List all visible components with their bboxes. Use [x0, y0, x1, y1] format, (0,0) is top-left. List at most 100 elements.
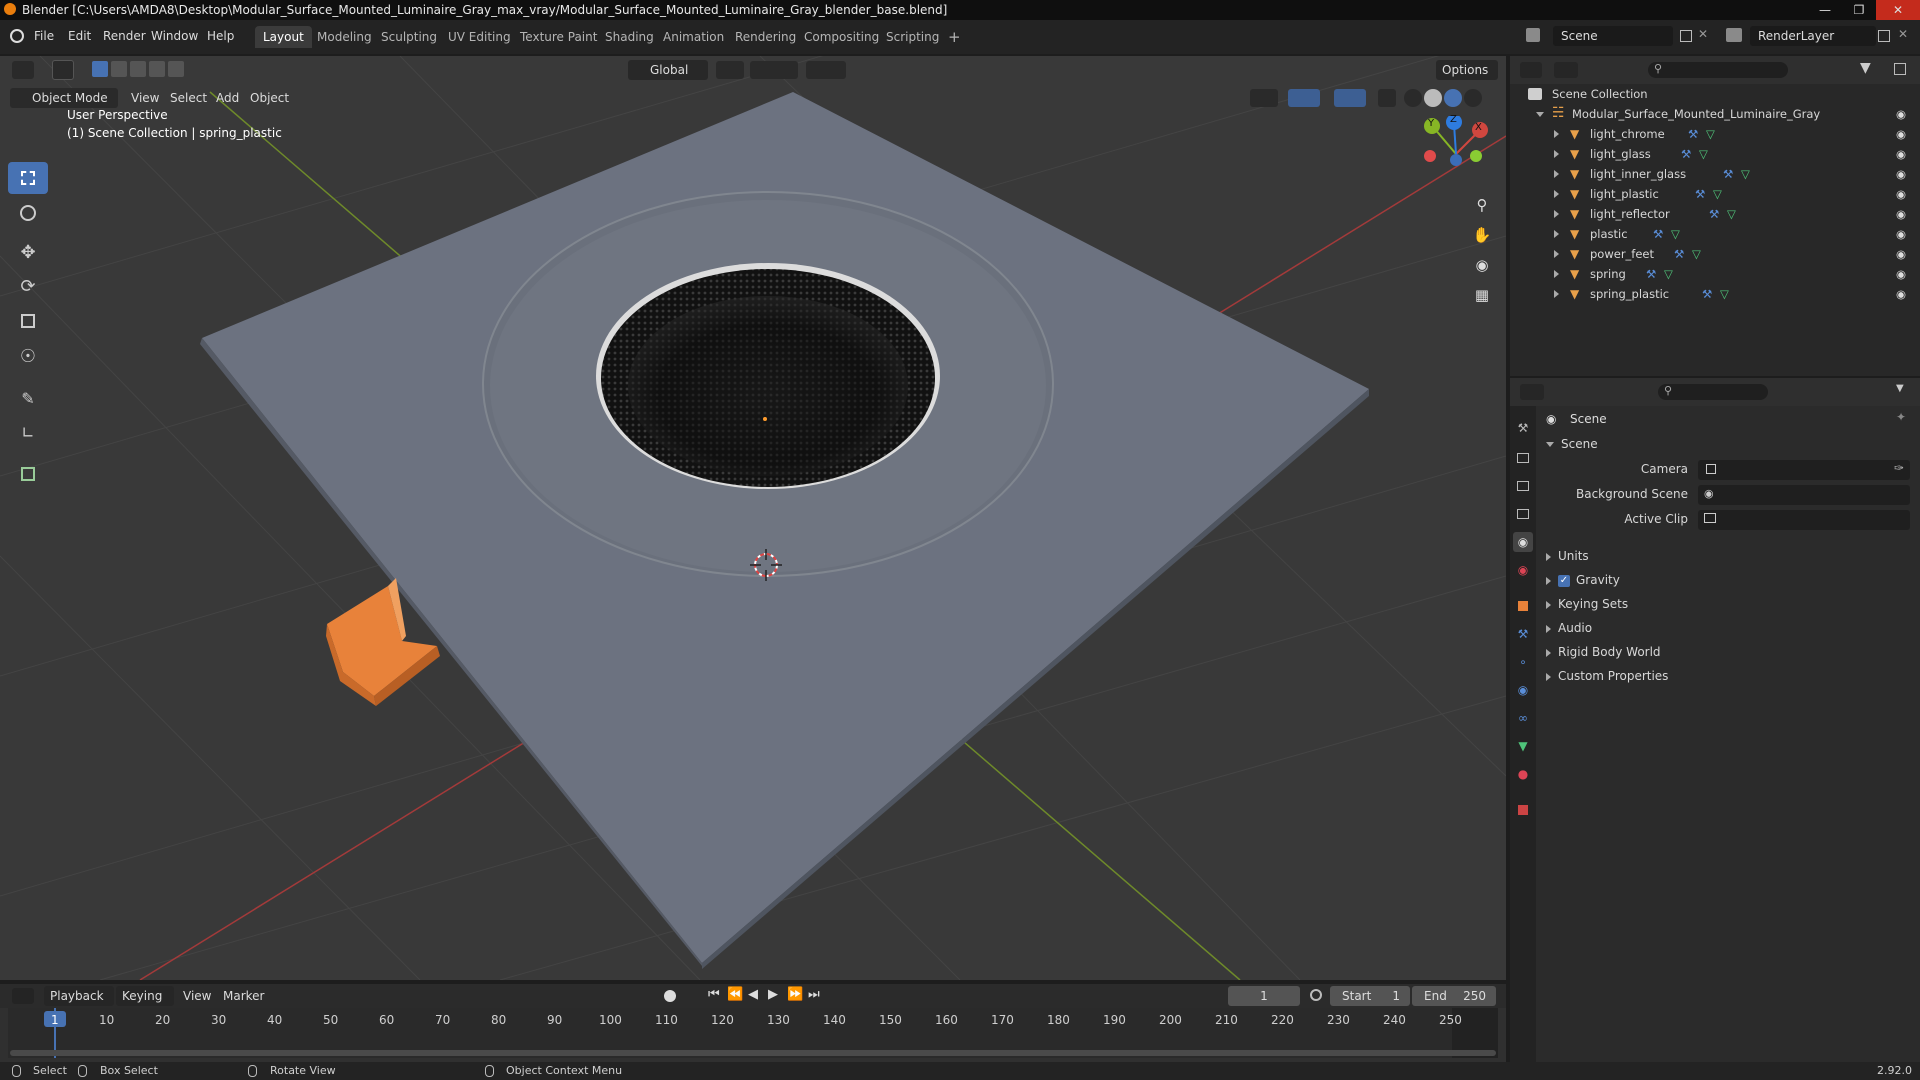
- camera-view-button[interactable]: ◉: [1469, 252, 1495, 278]
- xray-icon[interactable]: [1378, 89, 1396, 107]
- transform-tool[interactable]: ☉: [8, 340, 48, 372]
- tab-particles[interactable]: ∘: [1513, 652, 1533, 672]
- select-mode-subtract-icon[interactable]: [130, 61, 146, 77]
- tab-output[interactable]: [1513, 476, 1533, 496]
- visibility-eye-icon[interactable]: ◉: [1896, 124, 1906, 144]
- modifier-wrench-icon[interactable]: ⚒: [1695, 184, 1705, 204]
- menu-help[interactable]: Help: [207, 29, 234, 43]
- tab-tool[interactable]: ⚒: [1513, 418, 1533, 438]
- menu-edit[interactable]: Edit: [68, 29, 91, 43]
- playback-menu[interactable]: Playback: [44, 986, 114, 1006]
- select-mode-invert-icon[interactable]: [149, 61, 165, 77]
- tab-world[interactable]: ◉: [1513, 560, 1533, 580]
- pan-button[interactable]: ✋: [1469, 222, 1495, 248]
- scale-tool[interactable]: [8, 305, 48, 337]
- modifier-wrench-icon[interactable]: ⚒: [1681, 144, 1691, 164]
- outliner-object-row[interactable]: ▼ spring ⚒ ▽ ◉: [1510, 264, 1920, 284]
- navigation-gizmo[interactable]: X Y Z: [1418, 114, 1494, 192]
- select-tool-icon[interactable]: [52, 60, 74, 80]
- select-mode-new-icon[interactable]: [92, 61, 108, 77]
- delete-scene-icon[interactable]: ✕: [1698, 27, 1708, 41]
- modifier-wrench-icon[interactable]: ⚒: [1674, 244, 1684, 264]
- custom-properties-panel[interactable]: Custom Properties: [1546, 669, 1668, 683]
- menu-file[interactable]: File: [34, 29, 54, 43]
- active-clip-field[interactable]: [1698, 510, 1910, 530]
- outliner-object-row[interactable]: ▼ spring_plastic ⚒ ▽ ◉: [1510, 284, 1920, 304]
- select-mode-intersect-icon[interactable]: [168, 61, 184, 77]
- menu-add[interactable]: Add: [216, 91, 239, 105]
- visibility-eye-icon[interactable]: ◉: [1896, 144, 1906, 164]
- play-reverse-icon[interactable]: ◀: [748, 987, 758, 1002]
- visibility-eye-icon[interactable]: ◉: [1896, 104, 1906, 124]
- outliner-object-row[interactable]: ▼ plastic ⚒ ▽ ◉: [1510, 224, 1920, 244]
- properties-options-icon[interactable]: ▼: [1896, 383, 1904, 394]
- delete-view-layer-icon[interactable]: ✕: [1898, 27, 1908, 41]
- view-layer-selector[interactable]: RenderLayer: [1750, 26, 1876, 46]
- outliner-object-row[interactable]: ▼ light_inner_glass ⚒ ▽ ◉: [1510, 164, 1920, 184]
- next-keyframe-icon[interactable]: ⏩: [787, 987, 803, 1002]
- modifier-wrench-icon[interactable]: ⚒: [1723, 164, 1733, 184]
- units-panel[interactable]: Units: [1546, 549, 1589, 563]
- mesh-data-icon[interactable]: ▽: [1720, 284, 1729, 304]
- menu-object[interactable]: Object: [250, 91, 289, 105]
- mesh-data-icon[interactable]: ▽: [1727, 204, 1736, 224]
- tab-uv-editing[interactable]: UV Editing: [440, 26, 519, 48]
- tab-material[interactable]: ●: [1513, 764, 1533, 784]
- audio-panel[interactable]: Audio: [1546, 621, 1592, 635]
- options-dropdown[interactable]: Options: [1436, 60, 1498, 80]
- visibility-icon[interactable]: [1250, 89, 1278, 107]
- prev-keyframe-icon[interactable]: ⏪: [727, 987, 743, 1002]
- mesh-data-icon[interactable]: ▽: [1664, 264, 1673, 284]
- tab-modifiers[interactable]: ⚒: [1513, 624, 1533, 644]
- outliner-object-row[interactable]: ▼ light_chrome ⚒ ▽ ◉: [1510, 124, 1920, 144]
- visibility-eye-icon[interactable]: ◉: [1896, 264, 1906, 284]
- properties-editor[interactable]: ⚲ ▼ ⚒ ◉ ◉ ⚒ ∘ ◉ ∞ ▼ ● ◉ Scene ✦ Scene Ca…: [1510, 378, 1920, 1062]
- mesh-data-icon[interactable]: ▽: [1706, 124, 1715, 144]
- gizmo-toggle-icon[interactable]: [1288, 89, 1320, 107]
- tab-object[interactable]: [1513, 596, 1533, 616]
- timeline-view-menu[interactable]: View: [183, 989, 211, 1003]
- outliner-scene-collection[interactable]: Scene Collection: [1510, 84, 1920, 104]
- solid-shading-icon[interactable]: [1424, 89, 1442, 107]
- properties-search-field[interactable]: ⚲: [1658, 384, 1768, 400]
- outliner-filter-icon[interactable]: ▼: [1860, 60, 1871, 76]
- rotate-tool[interactable]: ⟳: [8, 270, 48, 302]
- mesh-data-icon[interactable]: ▽: [1671, 224, 1680, 244]
- editor-type-icon[interactable]: [12, 61, 34, 79]
- menu-window[interactable]: Window: [151, 29, 198, 43]
- cursor-tool[interactable]: [8, 197, 48, 229]
- tab-physics[interactable]: ◉: [1513, 680, 1533, 700]
- mesh-data-icon[interactable]: ▽: [1699, 144, 1708, 164]
- visibility-eye-icon[interactable]: ◉: [1896, 284, 1906, 304]
- mode-dropdown[interactable]: Object Mode: [10, 88, 118, 108]
- scene-selector[interactable]: Scene: [1553, 26, 1673, 46]
- outliner-object-row[interactable]: ▼ light_plastic ⚒ ▽ ◉: [1510, 184, 1920, 204]
- menu-view[interactable]: View: [131, 91, 159, 105]
- current-frame-field[interactable]: 1: [1228, 986, 1300, 1006]
- modifier-wrench-icon[interactable]: ⚒: [1688, 124, 1698, 144]
- tab-rendering[interactable]: Rendering: [727, 26, 804, 48]
- tab-constraints[interactable]: ∞: [1513, 708, 1533, 728]
- timeline-scrollbar[interactable]: [10, 1050, 1496, 1056]
- camera-field[interactable]: ✑: [1698, 460, 1910, 480]
- properties-editor-icon[interactable]: [1520, 384, 1544, 400]
- ortho-toggle-button[interactable]: ▦: [1469, 282, 1495, 308]
- add-workspace-button[interactable]: +: [940, 26, 969, 48]
- timeline[interactable]: Playback Keying View Marker ⏮ ⏪ ◀ ▶ ⏩ ⏭ …: [0, 984, 1506, 1064]
- start-frame-field[interactable]: Start 1: [1330, 986, 1410, 1006]
- visibility-eye-icon[interactable]: ◉: [1896, 244, 1906, 264]
- tab-layout[interactable]: Layout: [255, 26, 312, 48]
- tab-view-layer[interactable]: [1513, 504, 1533, 524]
- outliner[interactable]: ⚲ ▼ Scene Collection ☵ Modular_Surface_M…: [1510, 56, 1920, 376]
- tab-scripting[interactable]: Scripting: [878, 26, 947, 48]
- transform-orientation-dropdown[interactable]: Global: [628, 60, 708, 80]
- outliner-editor-icon[interactable]: [1520, 62, 1542, 78]
- timeline-marker-menu[interactable]: Marker: [223, 989, 264, 1003]
- menu-render[interactable]: Render: [103, 29, 146, 43]
- rigid-body-world-panel[interactable]: Rigid Body World: [1546, 645, 1661, 659]
- move-tool[interactable]: ✥: [8, 236, 48, 268]
- display-mode-icon[interactable]: [1554, 62, 1578, 78]
- menu-select[interactable]: Select: [170, 91, 207, 105]
- blender-menu-icon[interactable]: [10, 29, 24, 43]
- modifier-wrench-icon[interactable]: ⚒: [1709, 204, 1719, 224]
